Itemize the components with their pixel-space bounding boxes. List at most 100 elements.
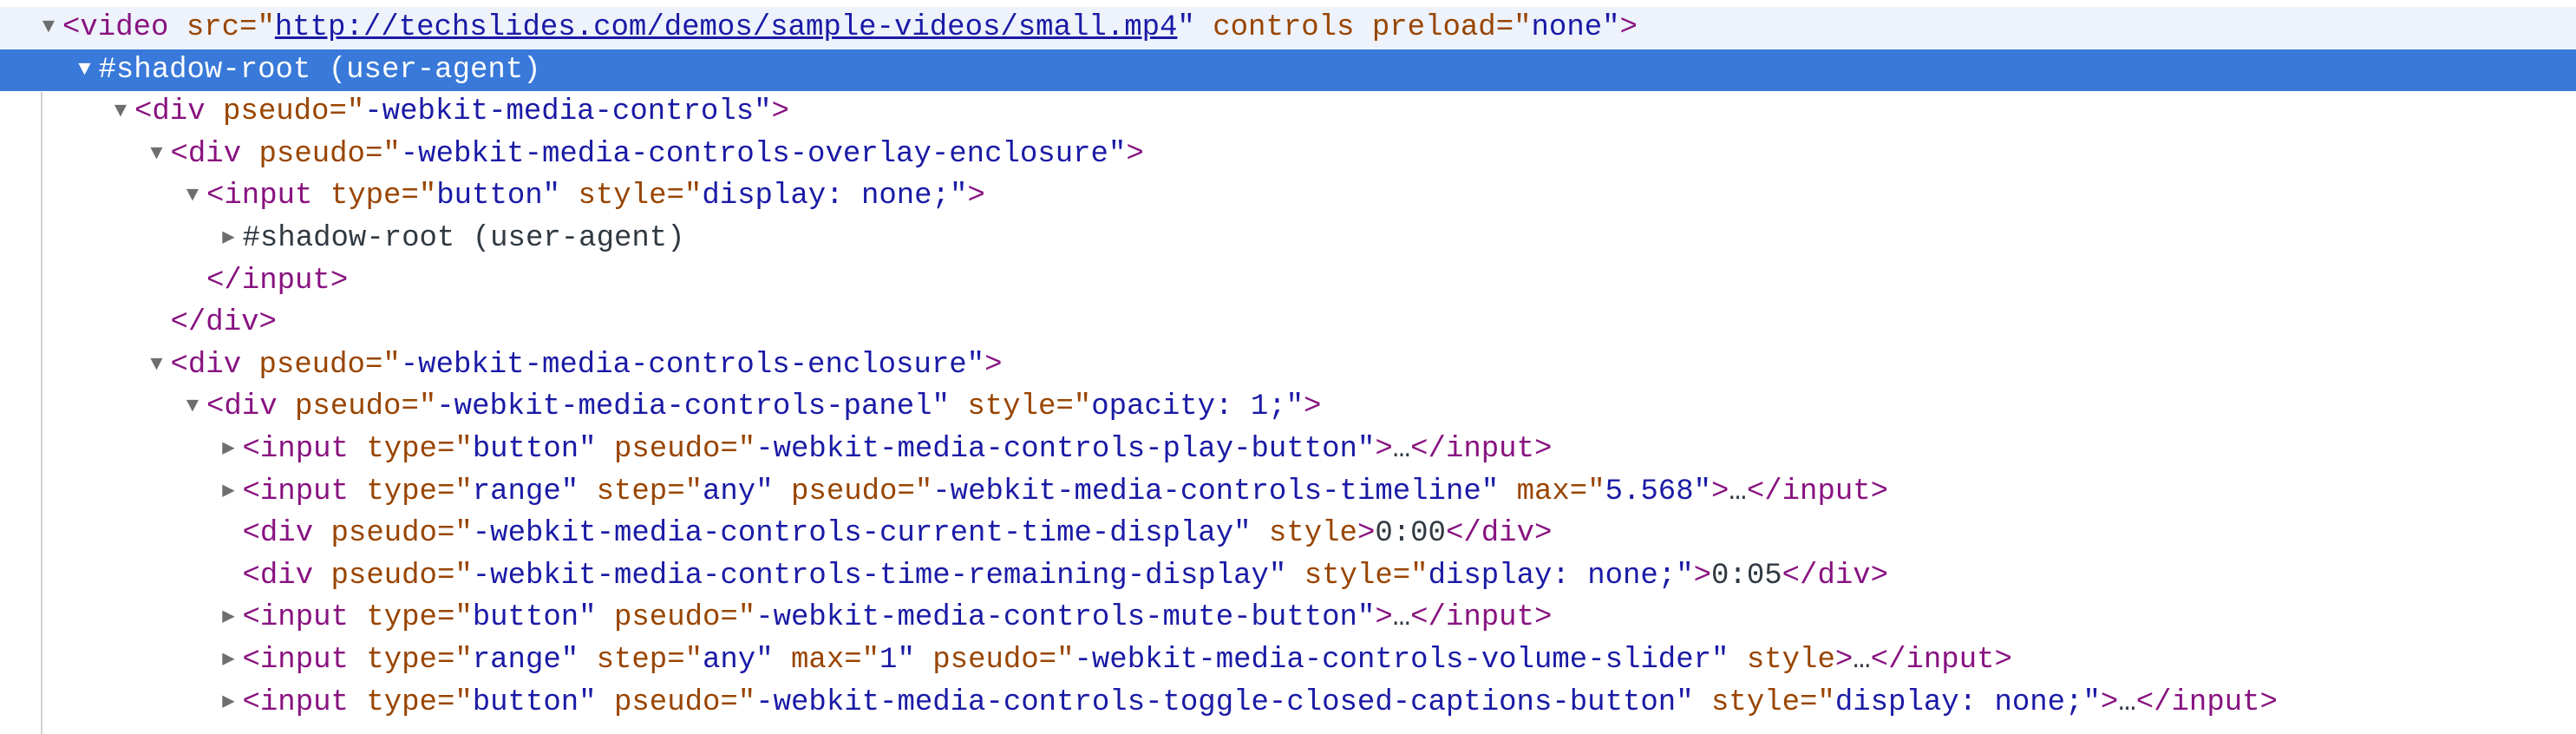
attribute-name: type=" <box>348 643 473 677</box>
dom-node[interactable]: ▼ <div pseudo="-webkit-media-controls-pan… <box>0 386 2576 429</box>
expand-triangle-icon[interactable]: ▼ <box>36 7 62 49</box>
attribute-value: none" <box>1531 11 1620 44</box>
attribute-value: -webkit-media-controls-play-button" <box>755 432 1376 466</box>
attribute-value: -webkit-media-controls-enclosure" <box>400 348 985 382</box>
dom-node[interactable]: <div pseudo="-webkit-media-controls-time… <box>0 555 2576 598</box>
tag-name: <div <box>242 559 314 593</box>
tag-name: </div> <box>1445 517 1553 551</box>
tag-name: > <box>1304 390 1322 424</box>
tag-name: </input> <box>1870 643 2012 677</box>
dom-node[interactable]: </div> <box>0 302 2576 344</box>
collapse-triangle-icon[interactable]: ▶ <box>216 597 242 639</box>
node-markup: <div pseudo="-webkit-media-controls-time… <box>243 555 1889 598</box>
tag-name: <div <box>242 517 314 551</box>
expand-triangle-icon[interactable]: ▼ <box>108 91 134 134</box>
expand-triangle-icon[interactable]: ▼ <box>180 386 206 429</box>
dom-node[interactable]: ▶ <input type="button" pseudo="-webkit-me… <box>0 597 2576 639</box>
attribute-value: any" <box>703 643 774 677</box>
tag-name: <div <box>206 390 278 424</box>
dom-node[interactable]: ▶ <input type="button" pseudo="-webkit-me… <box>0 429 2576 471</box>
attribute-value: -webkit-media-controls-current-time-disp… <box>472 517 1252 551</box>
collapse-triangle-icon[interactable]: ▶ <box>216 429 242 471</box>
attribute-name: style=" <box>1286 559 1429 593</box>
expand-triangle-icon[interactable]: ▼ <box>144 344 170 387</box>
node-markup: <input type="button" pseudo="-webkit-med… <box>243 597 1553 639</box>
attribute-name: pseudo=" <box>241 137 401 171</box>
dom-node[interactable]: ▶ <input type="range" step="any" pseudo="… <box>0 471 2576 514</box>
dom-node[interactable]: ▶ <input type="range" step="any" max="1" … <box>0 639 2576 682</box>
tag-name: </div> <box>1782 559 1889 593</box>
tag-name: > <box>1693 559 1712 593</box>
node-markup: <video src="http://techslides.com/demos/… <box>62 7 1638 49</box>
tag-name: <div <box>170 137 242 171</box>
dom-node-selected[interactable]: ▼ #shadow-root (user-agent) <box>0 49 2576 92</box>
tag-name: <input <box>242 685 349 719</box>
attribute-value: -webkit-media-controls" <box>364 95 772 129</box>
attribute-name: style=" <box>949 390 1092 424</box>
attribute-name: pseudo=" <box>277 390 437 424</box>
node-markup: <div pseudo="-webkit-media-controls-over… <box>171 134 1144 176</box>
attribute-name: controls <box>1194 11 1355 44</box>
attribute-name: pseudo=" <box>596 601 756 635</box>
attribute-value: -webkit-media-controls-panel" <box>436 390 950 424</box>
dom-node[interactable]: ▼ <video src="http://techslides.com/demos… <box>0 7 2576 49</box>
collapse-triangle-icon[interactable]: ▶ <box>216 682 242 724</box>
attribute-name: pseudo=" <box>205 95 365 129</box>
node-markup: <div pseudo="-webkit-media-controls-encl… <box>171 344 1003 387</box>
attribute-name: style=" <box>1693 685 1835 719</box>
tag-name: <div <box>134 95 206 129</box>
collapse-triangle-icon[interactable]: ▶ <box>216 218 242 260</box>
attribute-value: button" <box>472 685 597 719</box>
dom-node[interactable]: ▶ #shadow-root (user-agent) <box>0 218 2576 260</box>
attribute-value: button" <box>436 180 561 213</box>
attribute-name: src=" <box>168 11 275 44</box>
tag-name: </input> <box>2135 685 2278 719</box>
attribute-value: range" <box>472 475 579 508</box>
text-node: … <box>2118 685 2136 719</box>
attribute-value: 5.568" <box>1605 475 1712 508</box>
attribute-name: pseudo=" <box>596 685 756 719</box>
tag-name: > <box>1834 643 1854 677</box>
attribute-link[interactable]: http://techslides.com/demos/sample-video… <box>275 11 1178 44</box>
dom-node[interactable]: ▼ <div pseudo="-webkit-media-controls-ove… <box>0 134 2576 176</box>
attribute-value: -webkit-media-controls-overlay-enclosure… <box>400 137 1127 171</box>
attribute-value: range" <box>472 643 579 677</box>
collapse-triangle-icon[interactable]: ▶ <box>216 639 242 682</box>
attribute-name: type=" <box>348 685 473 719</box>
attribute-name: type=" <box>348 432 473 466</box>
text-node: #shadow-root (user-agent) <box>98 53 541 87</box>
tag-name: > <box>1375 601 1393 635</box>
attribute-value: -webkit-media-controls-timeline" <box>932 475 1500 508</box>
tag-name: </input> <box>1746 475 1889 508</box>
expand-triangle-icon[interactable]: ▼ <box>144 134 170 176</box>
attribute-name: step=" <box>579 643 703 677</box>
attribute-name: pseudo=" <box>773 475 933 508</box>
tag-name: <input <box>206 180 313 213</box>
collapse-triangle-icon[interactable]: ▶ <box>216 471 242 514</box>
attribute-value: button" <box>472 601 597 635</box>
attribute-value: -webkit-media-controls-mute-button" <box>755 601 1376 635</box>
attribute-name: max=" <box>1499 475 1605 508</box>
dom-node[interactable]: ▼ <input type="button" style="display: no… <box>0 175 2576 218</box>
tag-name: </div> <box>170 306 277 340</box>
expand-triangle-icon[interactable]: ▼ <box>72 49 98 92</box>
attribute-value: 1" <box>879 643 915 677</box>
dom-node[interactable]: ▶ <input type="button" pseudo="-webkit-me… <box>0 682 2576 724</box>
text-node: … <box>1392 601 1411 635</box>
dom-node[interactable]: <div pseudo="-webkit-media-controls-curr… <box>0 513 2576 555</box>
dom-node[interactable]: </input> <box>0 260 2576 303</box>
text-node: … <box>1853 643 1871 677</box>
dom-node[interactable]: ▼ <div pseudo="-webkit-media-controls"> <box>0 91 2576 134</box>
tag-name: <input <box>242 601 349 635</box>
attribute-name: style <box>1251 517 1357 551</box>
tag-name: </input> <box>1410 601 1553 635</box>
node-markup: <input type="button" pseudo="-webkit-med… <box>243 429 1553 471</box>
dom-node[interactable]: ▼ <div pseudo="-webkit-media-controls-enc… <box>0 344 2576 387</box>
attribute-name: type=" <box>312 180 437 213</box>
node-markup: <input type="button" style="display: non… <box>206 175 985 218</box>
attribute-name: pseudo=" <box>914 643 1075 677</box>
expand-triangle-icon[interactable]: ▼ <box>180 175 206 218</box>
text-node: #shadow-root (user-agent) <box>242 221 685 255</box>
attribute-value: button" <box>472 432 597 466</box>
attribute-name: type=" <box>348 601 473 635</box>
